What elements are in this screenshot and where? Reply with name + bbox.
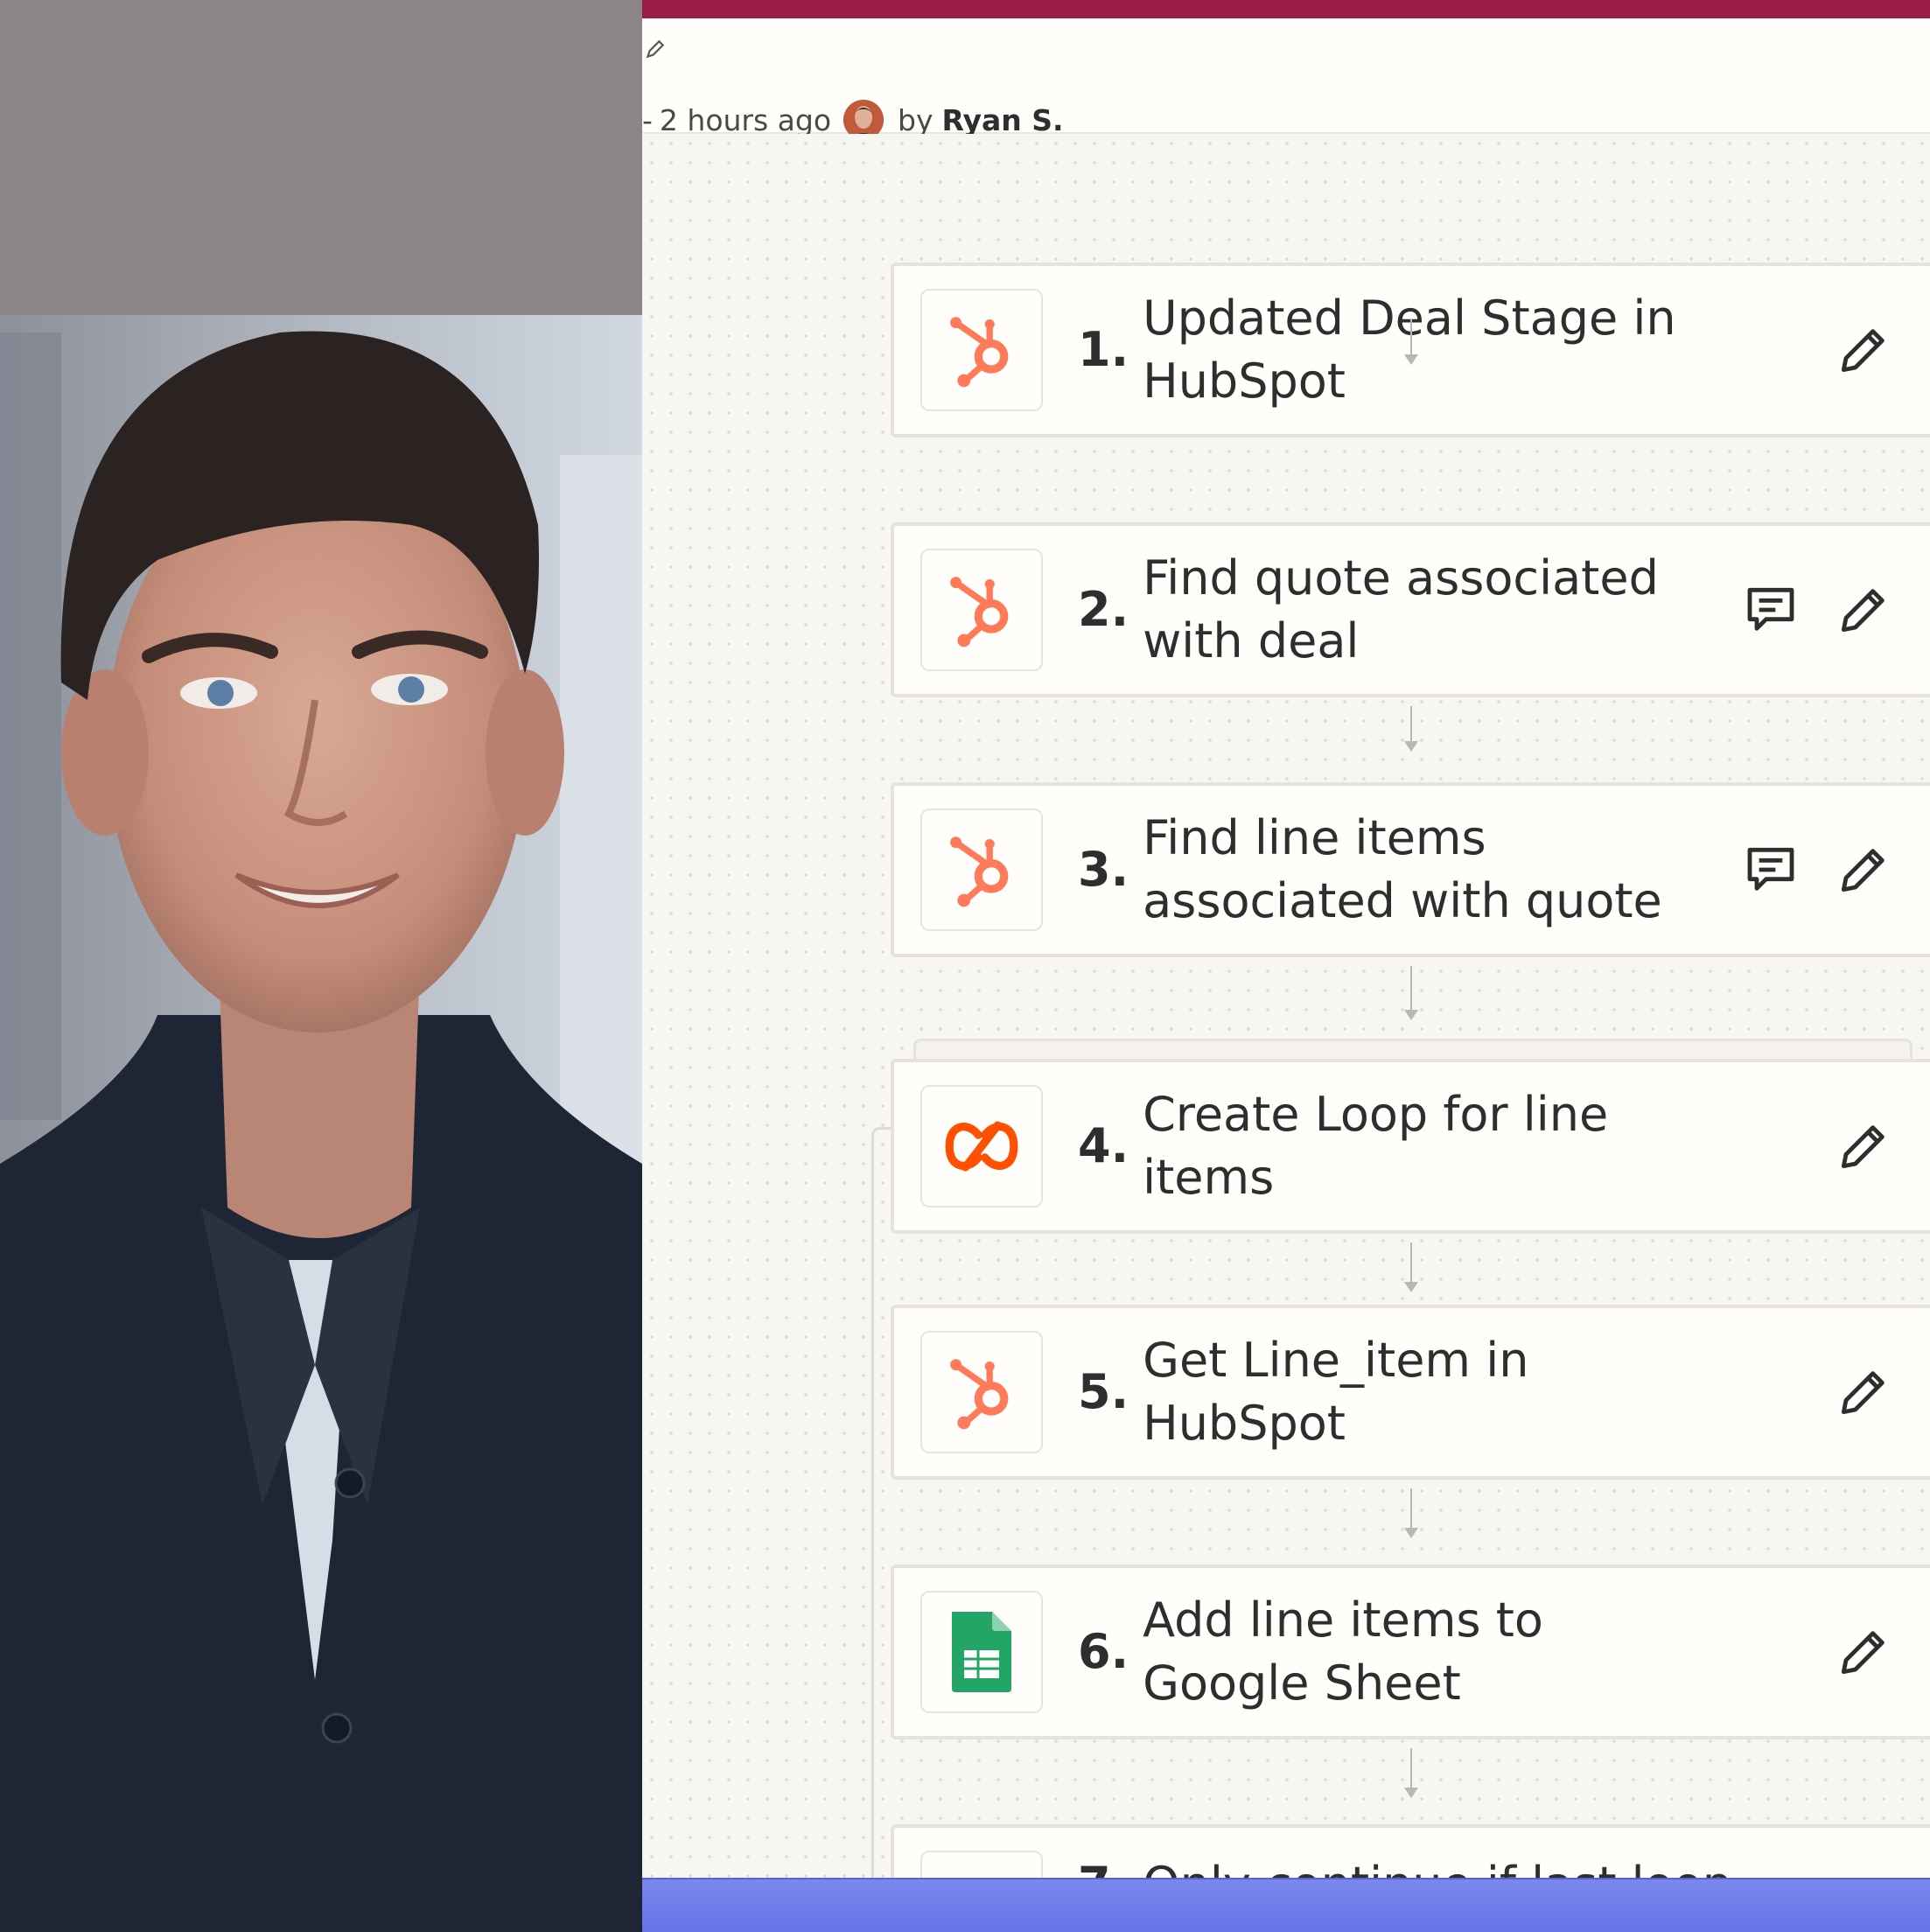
- by-label: by: [898, 102, 934, 137]
- step-5-label: 5. Get Line_item in HubSpot: [1078, 1308, 1743, 1476]
- zap-editor: - 2 hours ago by Ryan S. 1. Updated Deal…: [642, 0, 1930, 1932]
- edit-step-3-button[interactable]: [1836, 842, 1892, 898]
- edited-prefix: -: [642, 102, 653, 137]
- step-5[interactable]: 5. Get Line_item in HubSpot: [891, 1305, 1930, 1480]
- step-1-title: Updated Deal Stage in HubSpot: [1143, 290, 1676, 409]
- edit-step-4-button[interactable]: [1836, 1118, 1892, 1174]
- step-4-title: Create Loop for line items: [1143, 1087, 1609, 1205]
- step-3[interactable]: 3. Find line items associated with quote: [891, 782, 1930, 957]
- step-7-app-icon: [920, 1851, 1043, 1878]
- step-3-title: Find line items associated with quote: [1143, 810, 1662, 928]
- step-6[interactable]: 6. Add line items to Google Sheet: [891, 1564, 1930, 1740]
- webcam-video-feed: [0, 0, 642, 1932]
- connector-5-6: [1404, 1488, 1418, 1538]
- edit-step-1-button[interactable]: [1836, 322, 1892, 378]
- step-2[interactable]: 2. Find quote associated with deal: [891, 522, 1930, 697]
- edit-step-5-button[interactable]: [1836, 1364, 1892, 1420]
- connector-6-7: [1404, 1748, 1418, 1798]
- step-6-app-icon: [920, 1591, 1043, 1713]
- step-2-note-icon[interactable]: [1743, 582, 1799, 638]
- step-3-note-icon[interactable]: [1743, 842, 1799, 898]
- screen-share-bottom-bar: [642, 1878, 1930, 1932]
- step-4[interactable]: 4. Create Loop for line items: [891, 1059, 1930, 1234]
- step-2-number: 2.: [1078, 582, 1129, 637]
- google-sheets-icon: [952, 1612, 1011, 1692]
- loop-group-bracket: [871, 1127, 893, 1878]
- step-4-app-icon: [920, 1085, 1043, 1208]
- step-1-app-icon: [920, 289, 1043, 411]
- hubspot-icon: [950, 1359, 1009, 1430]
- step-3-label: 3. Find line items associated with quote: [1078, 786, 1682, 954]
- edit-step-6-button[interactable]: [1836, 1624, 1892, 1680]
- pencil-icon[interactable]: [644, 38, 667, 60]
- step-1-label: 1. Updated Deal Stage in HubSpot: [1078, 266, 1682, 434]
- step-7-number: 7.: [1078, 1853, 1129, 1878]
- hubspot-icon: [950, 317, 1009, 388]
- connector-2-3: [1404, 706, 1418, 752]
- step-5-title: Get Line_item in HubSpot: [1143, 1333, 1529, 1451]
- editor-top-bar: [642, 0, 1930, 18]
- step-7-label: 7. Only continue if last loop: [1078, 1828, 1732, 1878]
- zap-header: - 2 hours ago by Ryan S.: [642, 18, 1930, 140]
- step-1-number: 1.: [1078, 322, 1129, 377]
- hubspot-icon: [950, 577, 1009, 648]
- step-3-number: 3.: [1078, 842, 1129, 897]
- connector-1-2: [1404, 319, 1418, 365]
- step-5-number: 5.: [1078, 1364, 1129, 1419]
- workflow-canvas[interactable]: 1. Updated Deal Stage in HubSpot 2. Find…: [642, 134, 1930, 1878]
- step-4-number: 4.: [1078, 1118, 1129, 1173]
- step-6-label: 6. Add line items to Google Sheet: [1078, 1568, 1682, 1736]
- connector-4-5: [1404, 1242, 1418, 1292]
- step-2-title: Find quote associated with deal: [1143, 550, 1659, 668]
- connector-3-4: [1404, 966, 1418, 1020]
- step-4-label: 4. Create Loop for line items: [1078, 1062, 1743, 1230]
- step-5-app-icon: [920, 1331, 1043, 1453]
- author-name[interactable]: Ryan S.: [942, 103, 1064, 137]
- presenter-photo: [0, 0, 642, 1932]
- step-7[interactable]: 7. Only continue if last loop: [891, 1824, 1930, 1878]
- step-2-label: 2. Find quote associated with deal: [1078, 526, 1682, 694]
- edit-step-2-button[interactable]: [1836, 582, 1892, 638]
- step-6-number: 6.: [1078, 1624, 1129, 1679]
- hubspot-icon: [950, 836, 1009, 907]
- step-6-title: Add line items to Google Sheet: [1143, 1592, 1543, 1711]
- loop-icon: [945, 1121, 1018, 1172]
- step-7-title: Only continue if last loop: [1143, 1853, 1732, 1878]
- edited-time: 2 hours ago: [659, 102, 832, 137]
- step-3-app-icon: [920, 808, 1043, 931]
- step-2-app-icon: [920, 549, 1043, 671]
